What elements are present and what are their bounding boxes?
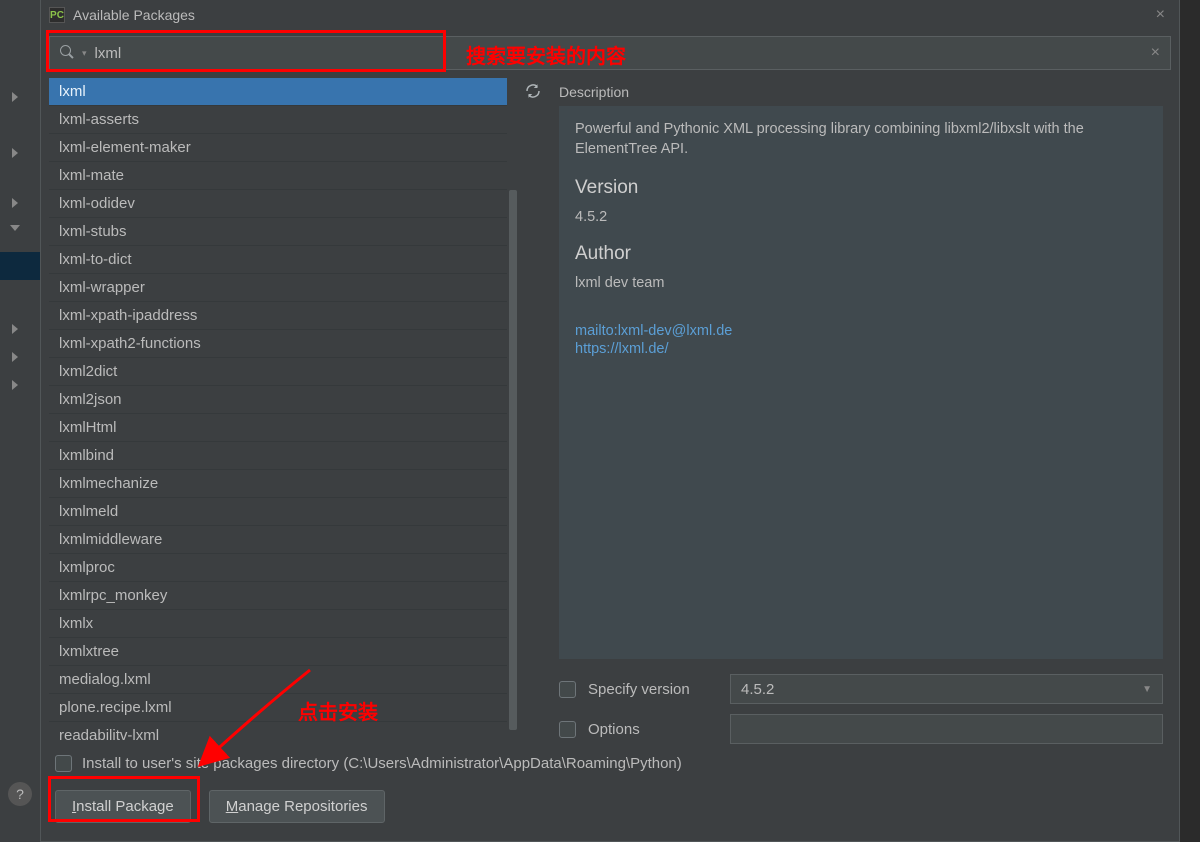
- package-item[interactable]: medialog.lxml: [49, 666, 507, 694]
- scrollbar-thumb[interactable]: [509, 190, 517, 730]
- options-input[interactable]: [730, 714, 1163, 744]
- package-item[interactable]: lxmlmiddleware: [49, 526, 507, 554]
- chevron-down-icon: ▼: [1142, 684, 1152, 695]
- package-item[interactable]: plone.recipe.lxml: [49, 694, 507, 722]
- package-list-scrollbar[interactable]: [507, 78, 519, 749]
- package-item[interactable]: lxml2dict: [49, 358, 507, 386]
- package-item[interactable]: lxmlrpc_monkey: [49, 582, 507, 610]
- search-icon: [60, 45, 76, 61]
- refresh-button[interactable]: [519, 78, 547, 749]
- pycharm-icon: PC: [49, 7, 65, 23]
- version-heading: Version: [575, 177, 1147, 199]
- package-author: lxml dev team: [575, 275, 1147, 291]
- package-item[interactable]: lxmlxtree: [49, 638, 507, 666]
- manage-repositories-button[interactable]: Manage Repositories: [209, 790, 385, 823]
- package-item[interactable]: lxml-xpath-ipaddress: [49, 302, 507, 330]
- search-field[interactable]: ▾ ×: [49, 36, 1171, 70]
- package-item[interactable]: lxmlmechanize: [49, 470, 507, 498]
- specify-version-select[interactable]: 4.5.2 ▼: [730, 674, 1163, 704]
- bg-selection-highlight: [0, 252, 40, 280]
- options-checkbox[interactable]: [559, 721, 576, 738]
- install-user-label: Install to user's site packages director…: [82, 755, 682, 772]
- package-item[interactable]: lxmlbind: [49, 442, 507, 470]
- package-item[interactable]: lxml-wrapper: [49, 274, 507, 302]
- tree-expand-icon: [12, 148, 18, 158]
- dialog-titlebar: PC Available Packages ×: [41, 0, 1179, 30]
- ide-background-gutter: [0, 0, 40, 842]
- package-item[interactable]: lxmlx: [49, 610, 507, 638]
- package-item[interactable]: lxml-to-dict: [49, 246, 507, 274]
- package-item[interactable]: lxml-stubs: [49, 218, 507, 246]
- package-item[interactable]: lxml-mate: [49, 162, 507, 190]
- tree-collapse-icon: [10, 225, 20, 231]
- package-list[interactable]: lxmllxml-assertslxml-element-makerlxml-m…: [49, 78, 507, 749]
- package-version: 4.5.2: [575, 209, 1147, 225]
- author-heading: Author: [575, 243, 1147, 265]
- available-packages-dialog: PC Available Packages × ▾ × lxmllxml-ass…: [40, 0, 1180, 842]
- package-description: Powerful and Pythonic XML processing lib…: [575, 120, 1147, 159]
- install-user-checkbox[interactable]: [55, 755, 72, 772]
- search-input[interactable]: [95, 37, 1141, 69]
- package-homepage-link[interactable]: https://lxml.de/: [575, 341, 1147, 357]
- install-package-button[interactable]: Install Package: [55, 790, 191, 823]
- package-item[interactable]: lxml: [49, 78, 507, 106]
- package-item[interactable]: lxml-xpath2-functions: [49, 330, 507, 358]
- tree-expand-icon: [12, 324, 18, 334]
- clear-search-icon[interactable]: ×: [1141, 44, 1170, 62]
- dialog-title: Available Packages: [73, 7, 195, 23]
- options-label: Options: [588, 721, 718, 738]
- package-mailto-link[interactable]: mailto:lxml-dev@lxml.de: [575, 323, 1147, 339]
- tree-expand-icon: [12, 92, 18, 102]
- package-item[interactable]: lxml-element-maker: [49, 134, 507, 162]
- help-icon[interactable]: ?: [8, 782, 32, 806]
- tree-expand-icon: [12, 380, 18, 390]
- search-dropdown-icon[interactable]: ▾: [82, 48, 87, 59]
- specify-version-value: 4.5.2: [741, 681, 774, 698]
- specify-version-label: Specify version: [588, 681, 718, 698]
- specify-version-checkbox[interactable]: [559, 681, 576, 698]
- package-item[interactable]: lxmlHtml: [49, 414, 507, 442]
- package-item[interactable]: lxml-asserts: [49, 106, 507, 134]
- package-details-panel: Powerful and Pythonic XML processing lib…: [559, 106, 1163, 659]
- package-item[interactable]: lxml2json: [49, 386, 507, 414]
- package-item[interactable]: readabilitv-lxml: [49, 722, 507, 749]
- description-heading: Description: [559, 78, 1163, 106]
- package-item[interactable]: lxmlmeld: [49, 498, 507, 526]
- tree-expand-icon: [12, 352, 18, 362]
- tree-expand-icon: [12, 198, 18, 208]
- package-item[interactable]: lxml-odidev: [49, 190, 507, 218]
- close-icon[interactable]: ×: [1150, 6, 1171, 24]
- package-item[interactable]: lxmlproc: [49, 554, 507, 582]
- refresh-icon: [524, 82, 542, 100]
